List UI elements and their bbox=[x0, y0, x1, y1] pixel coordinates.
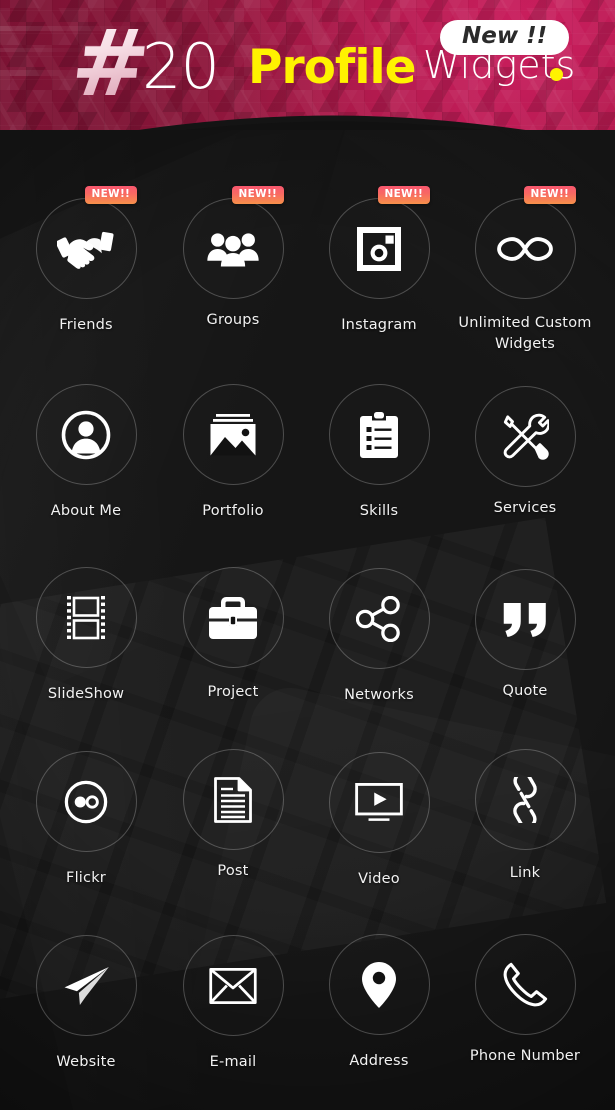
widget-item[interactable]: NEW!! Instagram bbox=[304, 186, 454, 336]
widget-icon-circle[interactable] bbox=[182, 567, 284, 668]
paper-plane-icon bbox=[64, 966, 109, 1005]
widget-icon-circle[interactable] bbox=[35, 935, 137, 1036]
widget-icon-circle[interactable] bbox=[35, 567, 137, 668]
widget-item[interactable]: NEW!! Unlimited Custom Widgets bbox=[450, 186, 600, 355]
widget-icon-circle[interactable] bbox=[474, 386, 576, 487]
widget-label: Phone Number bbox=[469, 1048, 581, 1064]
film-strip-icon bbox=[67, 595, 105, 639]
widget-label: Link bbox=[509, 865, 541, 881]
widget-item[interactable]: Skills bbox=[304, 384, 454, 522]
widget-icon-circle[interactable] bbox=[328, 934, 430, 1035]
widget-item[interactable]: SlideShow bbox=[11, 567, 161, 705]
widget-icon-circle[interactable] bbox=[35, 384, 137, 485]
share-nodes-icon bbox=[356, 595, 400, 642]
briefcase-icon bbox=[209, 596, 257, 639]
widget-icon-circle[interactable] bbox=[328, 568, 430, 669]
widget-label: Friends bbox=[59, 317, 113, 333]
widget-label: Instagram bbox=[341, 317, 417, 333]
widget-item[interactable]: E-mail bbox=[158, 935, 308, 1073]
widget-label: About Me bbox=[50, 503, 122, 519]
phone-icon bbox=[503, 962, 548, 1006]
widget-item[interactable]: About Me bbox=[11, 384, 161, 522]
widget-icon-circle[interactable] bbox=[35, 751, 137, 852]
clipboard-list-icon bbox=[360, 411, 398, 458]
infinity-icon bbox=[497, 236, 553, 261]
widget-label: E-mail bbox=[209, 1054, 257, 1070]
widget-item[interactable]: Website bbox=[11, 935, 161, 1073]
chain-link-icon bbox=[513, 776, 537, 823]
widget-icon-circle[interactable] bbox=[328, 752, 430, 853]
new-badge: NEW!! bbox=[523, 186, 577, 205]
widget-label: Networks bbox=[344, 687, 414, 703]
header-new-badge: New !! bbox=[440, 20, 570, 55]
widget-item[interactable]: Quote bbox=[450, 569, 600, 702]
widget-icon-circle[interactable]: NEW!! bbox=[474, 186, 577, 299]
widget-item[interactable]: Networks bbox=[304, 568, 454, 706]
widget-icon-circle[interactable]: NEW!! bbox=[182, 186, 285, 299]
widget-icon-circle[interactable]: NEW!! bbox=[35, 186, 138, 299]
hash-symbol: # bbox=[66, 10, 152, 117]
new-badge: NEW!! bbox=[231, 186, 285, 205]
widget-label: Website bbox=[56, 1054, 116, 1070]
new-badge: NEW!! bbox=[377, 186, 431, 205]
widget-item[interactable]: Project bbox=[158, 567, 308, 703]
instagram-icon bbox=[357, 226, 401, 271]
widget-icon-circle[interactable] bbox=[182, 935, 284, 1036]
widget-label: Flickr bbox=[66, 870, 106, 886]
widget-label: Video bbox=[358, 871, 400, 887]
widget-item[interactable]: Link bbox=[450, 749, 600, 884]
widget-grid: NEW!! Friends NEW!! Groups NEW!! Instagram … bbox=[0, 172, 615, 1110]
quote-icon bbox=[503, 602, 546, 637]
tools-icon bbox=[503, 413, 549, 460]
profile-word: Profile bbox=[248, 40, 416, 95]
new-badge: NEW!! bbox=[84, 186, 138, 205]
widget-icon-circle[interactable] bbox=[182, 749, 284, 850]
widget-count: 20 bbox=[142, 30, 220, 103]
widget-icon-circle[interactable] bbox=[182, 384, 284, 485]
user-circle-icon bbox=[61, 410, 111, 459]
widget-icon-circle[interactable] bbox=[474, 749, 576, 850]
widget-icon-circle[interactable] bbox=[474, 569, 576, 670]
people-group-icon bbox=[207, 232, 259, 267]
widget-label: Project bbox=[207, 684, 259, 700]
yellow-dot-icon bbox=[550, 68, 563, 81]
widget-icon-circle[interactable]: NEW!! bbox=[328, 186, 431, 299]
widget-item[interactable]: Phone Number bbox=[450, 934, 600, 1067]
widget-item[interactable]: Portfolio bbox=[158, 384, 308, 522]
widget-label: Groups bbox=[206, 312, 260, 328]
widget-item[interactable]: Flickr bbox=[11, 751, 161, 889]
video-monitor-icon bbox=[355, 782, 403, 821]
envelope-icon bbox=[209, 967, 257, 1004]
widget-label: Services bbox=[493, 500, 557, 516]
image-icon bbox=[210, 413, 256, 455]
widget-item[interactable]: NEW!! Friends bbox=[11, 186, 161, 336]
flickr-icon bbox=[64, 780, 108, 823]
widget-label: Unlimited Custom Widgets bbox=[458, 315, 592, 353]
widget-label: SlideShow bbox=[47, 686, 125, 702]
widget-label: Quote bbox=[502, 683, 548, 699]
widget-label: Portfolio bbox=[202, 503, 264, 519]
widget-icon-circle[interactable] bbox=[328, 384, 430, 485]
widget-item[interactable]: Post bbox=[158, 749, 308, 882]
widget-label: Post bbox=[217, 863, 249, 879]
handshake-icon bbox=[57, 231, 114, 269]
widget-item[interactable]: Video bbox=[304, 752, 454, 890]
document-icon bbox=[214, 776, 252, 823]
map-pin-icon bbox=[362, 961, 396, 1008]
widget-label: Address bbox=[349, 1053, 409, 1069]
widget-item[interactable]: Services bbox=[450, 386, 600, 519]
widget-icon-circle[interactable] bbox=[474, 934, 576, 1035]
widget-item[interactable]: Address bbox=[304, 934, 454, 1072]
widget-label: Skills bbox=[359, 503, 399, 519]
widget-item[interactable]: NEW!! Groups bbox=[158, 186, 308, 331]
